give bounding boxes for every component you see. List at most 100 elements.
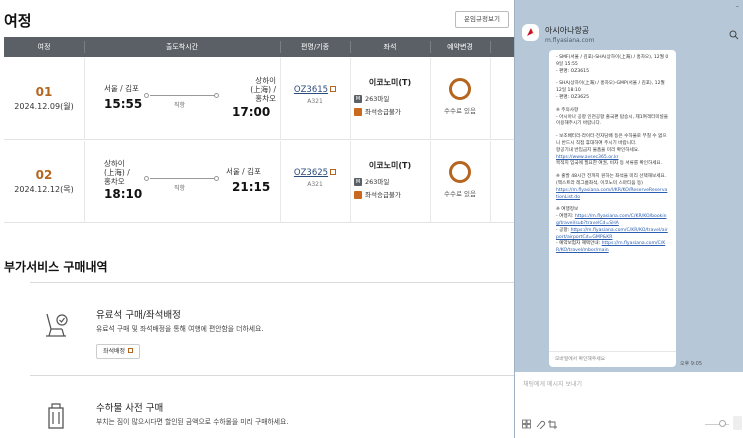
notice-terminal: - 아시아나 공항 인천공항 출국편 탑승시, 제1여객터미널을 이용해주시기 … (556, 114, 670, 127)
miles-icon: M (354, 95, 362, 103)
seat-assign-button[interactable]: 좌석배정 (96, 344, 141, 359)
segment-number: 01 (35, 85, 53, 99)
asiana-logo-icon (527, 28, 535, 36)
arrival-time: 17:00 (232, 105, 271, 119)
notice-battery: - 보조배터리·라이터·전자담배 등은 수하물로 부칠 수 없으니 반드시 직접… (556, 134, 667, 153)
departure-time: 18:10 (104, 187, 143, 201)
service-title: 수하물 사전 구매 (96, 403, 164, 414)
seat-icon (46, 313, 68, 337)
header-seat: 좌석 (383, 43, 397, 51)
chat-window: – 아시아나항공 m.flyasiana.com - SMF(서울 / 김포)-… (514, 0, 743, 438)
checkin-text: ※ 출발 48시간 전까지 원하는 좌석을 미리 선택해보세요. (엑스트라 레… (556, 174, 668, 186)
change-cell: 수수료 있음 (430, 161, 490, 198)
external-link-icon (330, 86, 337, 92)
info-benefits: - 예약보험자 혜택안내: https://m.flyasiana.com/C/… (556, 241, 666, 254)
header-time: 출도착시간 (165, 43, 199, 51)
segment-number: 02 (35, 168, 53, 182)
change-available-icon (449, 161, 471, 183)
channel-name: 아시아나항공 (545, 26, 590, 35)
seat-icon (354, 191, 362, 199)
aircraft-type: A321 (307, 181, 323, 188)
arrival-city: 상하이 (上海) / 홍차오 (250, 76, 276, 103)
segment-cell: 02 2024.12.12(목) (4, 141, 84, 195)
header-flight: 편명/기종 (300, 43, 330, 51)
segment-date: 2024.12.12(목) (14, 185, 74, 194)
arrival-city: 서울 / 김포 (226, 167, 261, 176)
route-start-dot (144, 93, 149, 98)
route-end-dot (214, 93, 219, 98)
seat-upgrade-info: 좌석승급불가 (350, 106, 430, 116)
capture-icon (548, 420, 557, 429)
flight-cell: OZ3625 A321 (280, 160, 350, 188)
cabin-class: 이코노미(T) (368, 78, 412, 87)
extras-section-title: 부가서비스 구매내역 (4, 260, 108, 274)
send-button[interactable] (733, 416, 742, 430)
change-fee: 수수료 있음 (444, 190, 476, 198)
header-change: 예약변경 (447, 43, 473, 51)
message-bubble: - SMF(서울 / 김포)-SHA(상하이(上海) / 홍차오), 12월 0… (549, 50, 676, 367)
luggage-icon (48, 403, 64, 429)
flight-number-link[interactable]: OZ3615 (294, 85, 337, 95)
message-time: 오후 9:05 (680, 361, 703, 367)
flight-cell: OZ3615 A321 (280, 77, 350, 105)
route-line (150, 178, 214, 179)
change-available-icon (449, 78, 471, 100)
baggage-service: 수하물 사전 구매 부치는 짐이 많으시다면 할인된 금액으로 수하물을 미리 … (30, 380, 524, 438)
info-airport: - 공항: https://m.flyasiana.com/C/KR/KO/tr… (556, 227, 668, 240)
header-itinerary: 여정 (37, 43, 51, 51)
notice-documents: 목적지 입국에 필요한 여권, 비자 등 서류를 확인하세요. (556, 161, 663, 167)
route-start-dot (144, 176, 149, 181)
service-description: 유료석 구매 및 좌석배정을 통해 여행에 편안함을 더하세요. (96, 325, 264, 333)
emoji-icon (522, 419, 531, 429)
message-segment-2: - SHA(상하이(上海) / 홍차오)-GMP(서울 / 김포), 12월 1… (556, 81, 665, 100)
flight-number-link[interactable]: OZ3625 (294, 168, 337, 178)
attach-icon (536, 420, 546, 429)
minimize-button[interactable]: – (736, 2, 740, 10)
info-destination: - 여행지: https://m.flyasiana.com/C/KR/KO/b… (556, 214, 667, 226)
slider-knob[interactable] (719, 420, 726, 427)
aircraft-type: A321 (307, 98, 323, 105)
search-icon[interactable] (729, 30, 739, 40)
route-end-dot (214, 176, 219, 181)
airport-link[interactable]: https://m.flyasiana.com/C/KR/KO/travel/a… (556, 228, 668, 240)
chat-toolbar (522, 419, 557, 429)
itinerary-table-header: 여정 출도착시간 편명/기종 좌석 예약변경 (4, 37, 524, 57)
seat-upgrade-info: 좌석승급불가 (350, 189, 430, 199)
seat-cell: 이코노미(T) M 263마일 좌석승급불가 (350, 160, 430, 199)
departure-time: 15:55 (104, 97, 143, 111)
departure-city: 상하이 (上海) / 홍차오 (104, 159, 130, 186)
change-cell: 수수료 있음 (430, 78, 490, 115)
change-fee: 수수료 있음 (444, 107, 476, 115)
seat-icon (354, 108, 362, 116)
channel-avatar[interactable] (522, 24, 539, 41)
page-title: 여정 (4, 12, 32, 30)
miles-info: M 263마일 (354, 95, 390, 103)
cabin-class: 이코노미(T) (368, 161, 412, 170)
segment-date: 2024.12.09(월) (14, 102, 74, 111)
message-segment-1: - SMF(서울 / 김포)-SHA(상하이(上海) / 홍차오), 12월 0… (556, 55, 669, 74)
destination-link[interactable]: https://m.flyasiana.com/C/KR/KO/booking/… (556, 214, 667, 226)
miles-icon: M (354, 178, 362, 186)
service-title: 유료석 구매/좌석배정 (96, 310, 181, 321)
notice-title: ※ 주의사항 (556, 107, 579, 113)
segment-cell: 01 2024.12.09(월) (4, 58, 84, 112)
paid-seat-service: 유료석 구매/좌석배정 유료석 구매 및 좌석배정을 통해 여행에 편안함을 더… (30, 282, 524, 376)
direct-label: 직항 (174, 102, 186, 109)
fare-rules-button[interactable]: 운임규정보기 (455, 11, 509, 28)
seat-cell: 이코노미(T) M 263마일 좌석승급불가 (350, 77, 430, 116)
external-link-icon (330, 169, 337, 175)
departure-city: 서울 / 김포 (104, 84, 139, 93)
table-row: 01 2024.12.09(월) 서울 / 김포 15:55 직항 상하이 (上… (4, 58, 524, 140)
service-description: 부치는 짐이 많으시다면 할인된 금액으로 수하물을 미리 구매하세요. (96, 418, 289, 426)
message-footer[interactable]: 모바일에서 확인해주세요 (549, 351, 676, 367)
message-input[interactable]: 채팅에게 메시지 보내기 (523, 379, 582, 388)
external-link-icon (128, 348, 134, 353)
checkin-link[interactable]: https://m.flyasiana.com/I/KR/KO/ReserveR… (556, 188, 669, 202)
direct-label: 직항 (174, 185, 186, 192)
arrival-time: 21:15 (232, 180, 271, 194)
table-row: 02 2024.12.12(목) 상하이 (上海) / 홍차오 18:10 직항… (4, 141, 524, 223)
chat-input-area: 채팅에게 메시지 보내기 (515, 372, 743, 438)
channel-url: m.flyasiana.com (545, 37, 595, 44)
miles-info: M 263마일 (354, 178, 390, 186)
route-line (150, 95, 214, 96)
